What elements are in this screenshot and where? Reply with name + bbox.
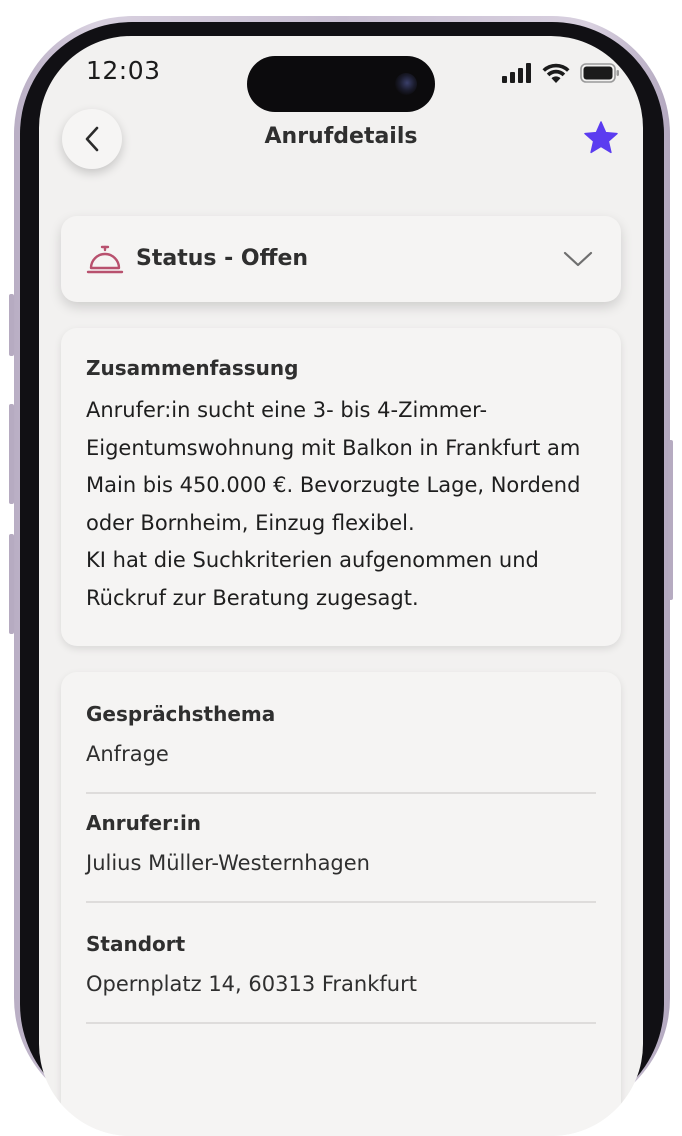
divider bbox=[86, 792, 596, 794]
detail-label: Standort bbox=[86, 932, 186, 956]
summary-paragraph: KI hat die Suchkriterien aufgenommen und… bbox=[86, 548, 539, 610]
summary-text: Anrufer:in sucht eine 3- bis 4-Zimmer-Ei… bbox=[86, 392, 616, 617]
detail-caller: Anrufer:in Julius Müller-Westernhagen bbox=[86, 811, 596, 875]
status-icons bbox=[502, 62, 620, 83]
side-button-action bbox=[9, 294, 14, 356]
detail-value: Opernplatz 14, 60313 Frankfurt bbox=[86, 972, 417, 996]
front-camera bbox=[395, 73, 417, 95]
detail-topic: Gesprächsthema Anfrage bbox=[86, 702, 596, 766]
chevron-down-icon bbox=[563, 251, 593, 267]
status-label: Status - Offen bbox=[136, 246, 309, 271]
summary-card: Zusammenfassung Anrufer:in sucht eine 3-… bbox=[61, 328, 621, 646]
summary-title: Zusammenfassung bbox=[86, 356, 299, 380]
star-icon[interactable] bbox=[583, 120, 619, 156]
phone-screen: 12:03 Anrufdetails Status - Offen Zusamm… bbox=[39, 36, 643, 1136]
divider bbox=[86, 901, 596, 903]
details-card: Gesprächsthema Anfrage Anrufer:in Julius… bbox=[61, 672, 621, 1136]
battery-icon bbox=[580, 62, 619, 83]
status-dropdown[interactable]: Status - Offen bbox=[61, 216, 621, 302]
status-time: 12:03 bbox=[86, 56, 161, 85]
summary-paragraph: Anrufer:in sucht eine 3- bis 4-Zimmer-Ei… bbox=[86, 398, 581, 535]
detail-value: Anfrage bbox=[86, 742, 169, 766]
divider bbox=[86, 1022, 596, 1024]
dynamic-island bbox=[247, 56, 435, 112]
detail-value: Julius Müller-Westernhagen bbox=[86, 851, 370, 875]
detail-label: Gesprächsthema bbox=[86, 702, 276, 726]
wifi-icon bbox=[542, 63, 570, 83]
favorite-star-shape bbox=[584, 121, 618, 154]
side-button-volume-up bbox=[9, 404, 14, 504]
side-button-power bbox=[668, 440, 673, 600]
side-button-volume-down bbox=[9, 534, 14, 634]
detail-label: Anrufer:in bbox=[86, 811, 202, 835]
service-bell-icon bbox=[86, 245, 124, 274]
detail-location: Standort Opernplatz 14, 60313 Frankfurt bbox=[86, 932, 596, 996]
cellular-signal-icon bbox=[502, 62, 531, 83]
page-title: Anrufdetails bbox=[264, 124, 418, 149]
